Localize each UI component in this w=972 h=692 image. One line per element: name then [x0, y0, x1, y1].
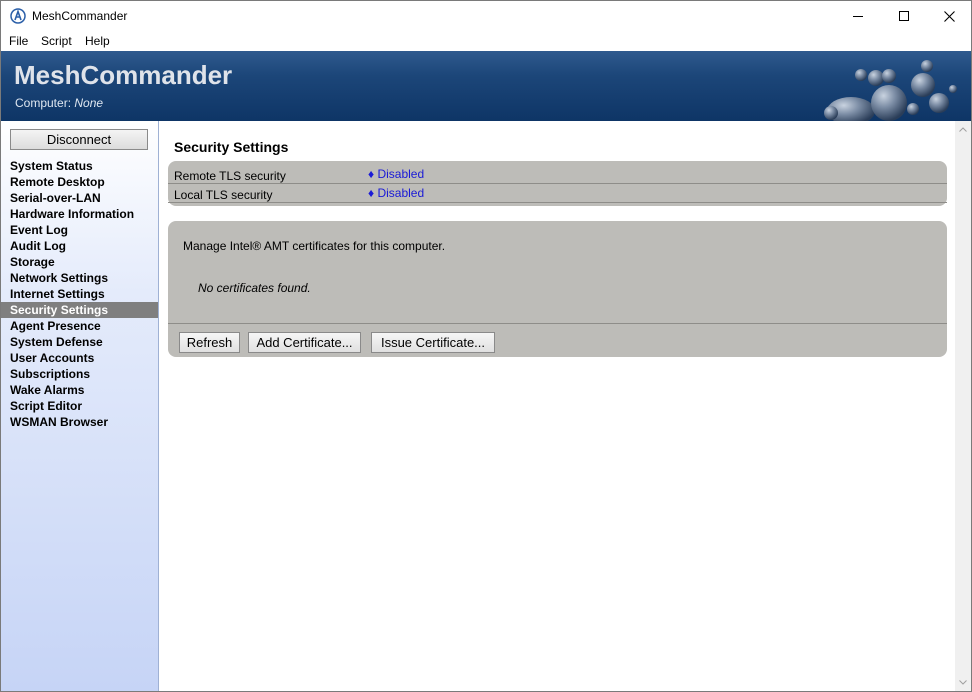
- sidebar-item-remote-desktop[interactable]: Remote Desktop: [1, 174, 158, 190]
- header-banner: MeshCommander Computer: None: [1, 51, 971, 121]
- sidebar-item-user-accounts[interactable]: User Accounts: [1, 350, 158, 366]
- minimize-icon: [853, 16, 863, 17]
- bubbles-logo-icon: [824, 60, 957, 121]
- app-logo-icon: [10, 8, 26, 24]
- local-tls-label: Local TLS security: [174, 188, 273, 202]
- computer-value: None: [74, 96, 104, 110]
- sidebar-item-wake-alarms[interactable]: Wake Alarms: [1, 382, 158, 398]
- refresh-button[interactable]: Refresh: [179, 332, 240, 353]
- sidebar-item-subscriptions[interactable]: Subscriptions: [1, 366, 158, 382]
- sidebar-item-audit-log[interactable]: Audit Log: [1, 238, 158, 254]
- scroll-down-arrow[interactable]: [955, 674, 971, 690]
- close-button[interactable]: [926, 1, 971, 31]
- sidebar-item-serial-over-lan[interactable]: Serial-over-LAN: [1, 190, 158, 206]
- sidebar: Disconnect System Status Remote Desktop …: [1, 121, 159, 691]
- nav-list: System Status Remote Desktop Serial-over…: [1, 158, 158, 430]
- menu-bar: File Script Help: [1, 31, 971, 51]
- remote-tls-label: Remote TLS security: [174, 169, 286, 183]
- vertical-scrollbar[interactable]: [955, 121, 971, 691]
- issue-certificate-button[interactable]: Issue Certificate...: [371, 332, 495, 353]
- remote-tls-value-link[interactable]: ♦ Disabled: [368, 167, 424, 181]
- tls-row-local: Local TLS security ♦ Disabled: [168, 184, 947, 203]
- banner-title: MeshCommander: [14, 60, 233, 90]
- disconnect-button[interactable]: Disconnect: [10, 129, 148, 150]
- title-bar: MeshCommander: [1, 1, 971, 31]
- menu-file[interactable]: File: [9, 34, 28, 48]
- sidebar-item-wsman-browser[interactable]: WSMAN Browser: [1, 414, 158, 430]
- page-title: Security Settings: [174, 139, 289, 155]
- window-title: MeshCommander: [32, 9, 128, 23]
- maximize-button[interactable]: [881, 1, 927, 31]
- certificates-panel: Manage Intel® AMT certificates for this …: [168, 221, 947, 357]
- local-tls-value-link[interactable]: ♦ Disabled: [368, 186, 424, 200]
- scroll-up-arrow[interactable]: [955, 121, 971, 137]
- computer-label: Computer:: [15, 96, 72, 110]
- panel-divider: [168, 323, 947, 324]
- sidebar-item-hardware-information[interactable]: Hardware Information: [1, 206, 158, 222]
- menu-script[interactable]: Script: [41, 34, 72, 48]
- main-content: Security Settings Remote TLS security ♦ …: [160, 121, 955, 691]
- tls-row-remote: Remote TLS security ♦ Disabled: [168, 165, 947, 184]
- sidebar-item-agent-presence[interactable]: Agent Presence: [1, 318, 158, 334]
- app-window: MeshCommander File Script Help MeshComma…: [0, 0, 972, 692]
- menu-help[interactable]: Help: [85, 34, 110, 48]
- computer-indicator: Computer: None: [15, 96, 103, 110]
- minimize-button[interactable]: [835, 1, 881, 31]
- sidebar-item-system-defense[interactable]: System Defense: [1, 334, 158, 350]
- sidebar-item-script-editor[interactable]: Script Editor: [1, 398, 158, 414]
- add-certificate-button[interactable]: Add Certificate...: [248, 332, 361, 353]
- tls-settings-panel: Remote TLS security ♦ Disabled Local TLS…: [168, 161, 947, 206]
- sidebar-item-security-settings[interactable]: Security Settings: [1, 302, 158, 318]
- sidebar-item-network-settings[interactable]: Network Settings: [1, 270, 158, 286]
- chevron-down-icon: [959, 679, 967, 685]
- chevron-up-icon: [959, 126, 967, 132]
- close-icon: [943, 10, 955, 22]
- sidebar-item-storage[interactable]: Storage: [1, 254, 158, 270]
- certificates-empty-message: No certificates found.: [198, 281, 311, 295]
- sidebar-item-system-status[interactable]: System Status: [1, 158, 158, 174]
- sidebar-item-event-log[interactable]: Event Log: [1, 222, 158, 238]
- maximize-icon: [899, 11, 909, 21]
- certificates-description: Manage Intel® AMT certificates for this …: [183, 239, 446, 253]
- sidebar-item-internet-settings[interactable]: Internet Settings: [1, 286, 158, 302]
